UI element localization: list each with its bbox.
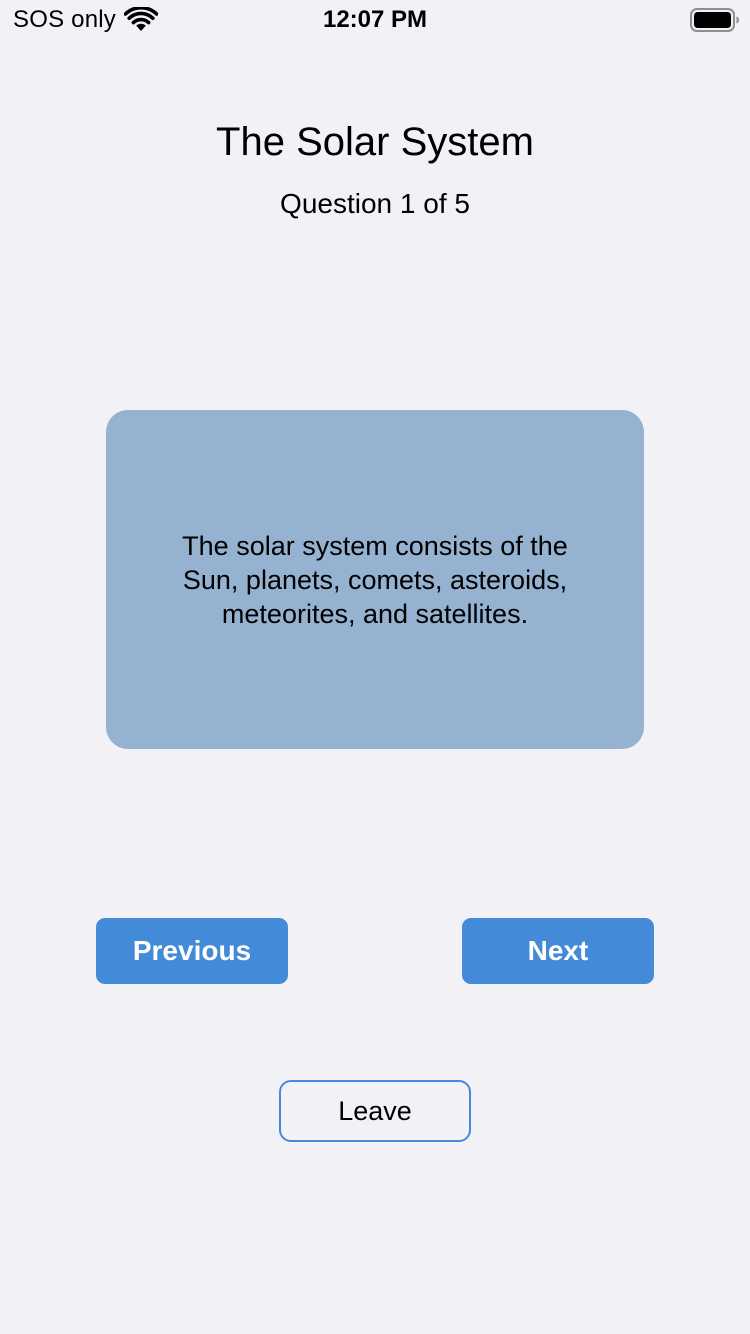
status-bar: SOS only 12:07 PM — [0, 0, 750, 40]
previous-button[interactable]: Previous — [96, 918, 288, 984]
status-time: 12:07 PM — [322, 6, 428, 33]
leave-button[interactable]: Leave — [279, 1080, 471, 1142]
flashcard-text: The solar system consists of the Sun, pl… — [182, 530, 568, 629]
next-button[interactable]: Next — [462, 918, 654, 984]
question-progress: Question 1 of 5 — [280, 188, 470, 219]
battery-full-icon — [690, 8, 739, 32]
page-title: The Solar System — [216, 120, 534, 164]
flashcard[interactable]: The solar system consists of the Sun, pl… — [106, 410, 644, 749]
